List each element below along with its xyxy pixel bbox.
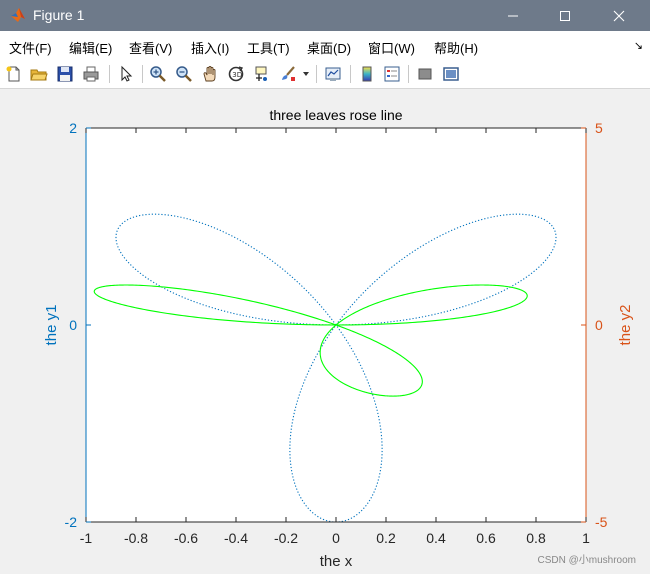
x-tick-label: 0.8 <box>526 530 546 546</box>
toolbar-separator <box>350 65 351 83</box>
data-cursor-icon[interactable] <box>252 64 272 84</box>
maximize-icon <box>560 10 570 21</box>
right-y-tick-label: -5 <box>595 514 608 530</box>
toolbar-separator <box>408 65 409 83</box>
menu-desktop[interactable]: 桌面(D) <box>307 38 351 57</box>
hide-plot-tools-icon[interactable] <box>415 64 435 84</box>
minimize-button[interactable] <box>490 0 536 31</box>
x-tick-label: 0 <box>332 530 340 546</box>
x-tick-label: -0.8 <box>124 530 148 546</box>
close-icon <box>613 10 625 21</box>
left-y-tick-label: 2 <box>69 120 77 136</box>
pointer-icon[interactable] <box>116 64 136 84</box>
menu-help[interactable]: 帮助(H) <box>434 38 478 57</box>
watermark: CSDN @小mushroom <box>537 555 636 566</box>
x-tick-label: 0.2 <box>376 530 396 546</box>
brush-icon[interactable] <box>278 64 298 84</box>
save-icon[interactable] <box>55 64 75 84</box>
zoom-out-icon[interactable] <box>174 64 194 84</box>
x-tick-label: -0.6 <box>174 530 198 546</box>
right-y-axis-label: the y2 <box>617 305 634 346</box>
plot-svg[interactable]: -1 -0.8 -0.6 -0.4 -0.2 0 0.2 0.4 0.6 0.8 1 -2 0 2 -5 0 5… <box>0 90 650 574</box>
x-tick-label: 1 <box>582 530 590 546</box>
chart-title: three leaves rose line <box>269 107 402 123</box>
menu-window[interactable]: 窗口(W) <box>368 38 415 57</box>
menu-edit[interactable]: 编辑(E) <box>69 38 112 57</box>
x-tick-label: 0.4 <box>426 530 446 546</box>
x-tick-label: 0.6 <box>476 530 496 546</box>
figure-canvas[interactable]: -1 -0.8 -0.6 -0.4 -0.2 0 0.2 0.4 0.6 0.8 1 -2 0 2 -5 0 5… <box>0 90 650 574</box>
dock-figure-icon[interactable]: ↘ <box>634 39 643 52</box>
toolbar-separator <box>142 65 143 83</box>
left-y-axis-label: the y1 <box>43 305 60 346</box>
new-figure-icon[interactable] <box>4 64 24 84</box>
print-icon[interactable] <box>81 64 101 84</box>
x-tick-label: -0.4 <box>224 530 248 546</box>
link-plot-icon[interactable] <box>323 64 343 84</box>
menu-view[interactable]: 查看(V) <box>129 38 172 57</box>
legend-icon[interactable] <box>382 64 402 84</box>
rotate-3d-icon[interactable]: 3D <box>226 64 246 84</box>
menu-file[interactable]: 文件(F) <box>9 38 52 57</box>
colorbar-icon[interactable] <box>357 64 377 84</box>
menu-bar: 文件(F) 编辑(E) 查看(V) 插入(I) 工具(T) 桌面(D) 窗口(W… <box>0 31 650 59</box>
minimize-icon <box>508 15 518 16</box>
figure-toolbar: 3D <box>0 59 650 89</box>
matlab-logo-icon <box>10 7 26 23</box>
left-y-tick-label: 0 <box>69 317 77 333</box>
svg-text:3D: 3D <box>232 71 242 79</box>
right-y-tick-label: 5 <box>595 120 603 136</box>
window-title: Figure 1 <box>33 7 85 23</box>
right-y-tick-label: 0 <box>595 317 603 333</box>
x-axis-label: the x <box>320 553 353 570</box>
left-y-tick-label: -2 <box>65 514 78 530</box>
x-tick-label: -1 <box>80 530 93 546</box>
open-file-icon[interactable] <box>29 64 49 84</box>
menu-insert[interactable]: 插入(I) <box>191 38 229 57</box>
x-tick-label: -0.2 <box>274 530 298 546</box>
window-titlebar: Figure 1 <box>0 0 650 31</box>
zoom-in-icon[interactable] <box>148 64 168 84</box>
pan-icon[interactable] <box>200 64 220 84</box>
toolbar-separator <box>316 65 317 83</box>
show-plot-tools-icon[interactable] <box>441 64 461 84</box>
maximize-button[interactable] <box>542 0 588 31</box>
brush-dropdown-icon[interactable] <box>300 64 312 84</box>
menu-tools[interactable]: 工具(T) <box>247 38 290 57</box>
close-button[interactable] <box>596 0 642 31</box>
toolbar-separator <box>109 65 110 83</box>
